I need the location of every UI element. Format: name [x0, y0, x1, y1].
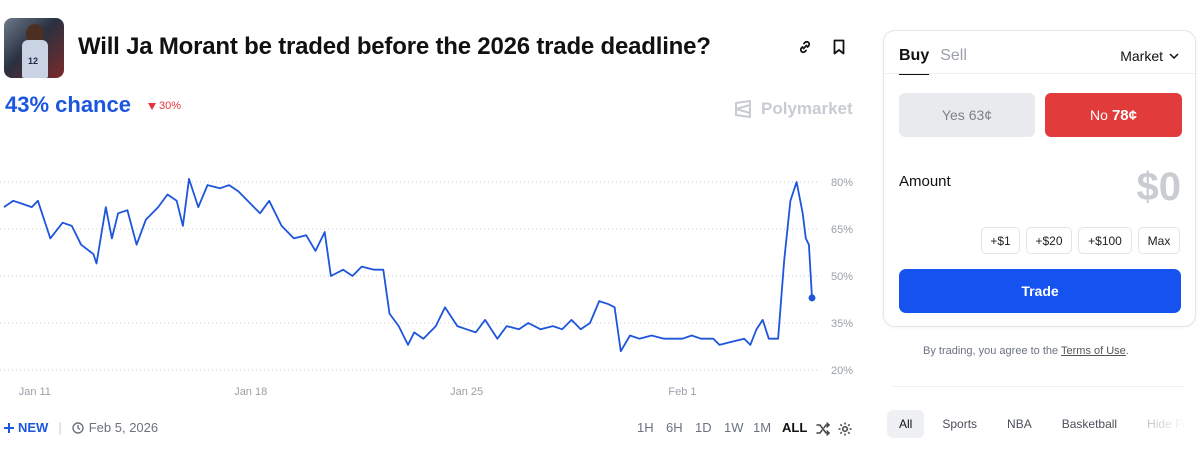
trade-button[interactable]: Trade [899, 269, 1181, 313]
range-1h[interactable]: 1H [637, 420, 666, 435]
gear-icon[interactable] [837, 421, 853, 442]
x-tick-label: Jan 25 [450, 386, 483, 398]
new-label: NEW [18, 420, 49, 435]
yes-outcome-button[interactable]: Yes 63¢ [899, 93, 1035, 137]
brand-name: Polymarket [761, 99, 853, 118]
chip-all[interactable]: All [887, 410, 925, 438]
link-icon[interactable] [796, 38, 814, 56]
down-triangle-icon [148, 102, 156, 110]
price-chart: 80% 65% 50% 35% 20% Jan 11 Jan 18 Jan 25 Feb 1 [0, 177, 853, 398]
amount-input[interactable]: $0 [1137, 165, 1182, 210]
market-date-text: Feb 5, 2026 [88, 420, 159, 435]
order-type-select[interactable]: Market [1120, 48, 1179, 64]
x-axis-ticks: Jan 11 Jan 18 Jan 25 Feb 1 [19, 386, 697, 398]
no-label: No [1090, 107, 1108, 123]
y-axis-ticks: 80% 65% 50% 35% 20% [831, 177, 853, 377]
chance-value: 43% chance [5, 92, 131, 117]
terms-period: . [1125, 345, 1129, 357]
quick-add-20[interactable]: +$20 [1026, 227, 1072, 254]
tab-buy[interactable]: Buy [899, 47, 930, 75]
market-date: Feb 5, 2026 [72, 420, 158, 435]
trade-side-tabs: Buy Sell [899, 47, 967, 75]
chart-footer: NEW | Feb 5, 2026 [4, 420, 158, 435]
range-6h[interactable]: 6H [666, 420, 695, 435]
chip-basketball[interactable]: Basketball [1050, 410, 1129, 438]
y-tick-label: 50% [831, 271, 853, 283]
bookmark-icon[interactable] [830, 38, 848, 56]
panel-divider [884, 73, 1195, 74]
x-tick-label: Jan 11 [19, 386, 51, 398]
shuffle-icon[interactable] [815, 421, 831, 442]
amount-label: Amount [899, 173, 951, 190]
title-actions [796, 38, 848, 56]
chip-sports[interactable]: Sports [930, 410, 989, 438]
polymarket-logo-icon [735, 100, 751, 118]
chevron-down-icon [1169, 53, 1179, 59]
chart-tools [815, 421, 853, 442]
terms-link[interactable]: Terms of Use [1061, 345, 1126, 357]
x-tick-label: Jan 18 [234, 386, 267, 398]
chips-fade-mask [1150, 405, 1200, 445]
y-tick-label: 80% [831, 177, 853, 189]
time-range-selector: 1H 6H 1D 1W 1M ALL [637, 420, 811, 435]
market-thumbnail: 12 [4, 18, 64, 78]
range-1m[interactable]: 1M [753, 420, 782, 435]
chance-change: 30% [148, 100, 181, 112]
no-outcome-button[interactable]: No 78¢ [1045, 93, 1182, 137]
yes-label: Yes [941, 107, 965, 123]
y-tick-label: 20% [831, 365, 853, 377]
no-price: 78¢ [1111, 106, 1137, 124]
chance-change-value: 30% [159, 100, 182, 112]
market-title: Will Ja Morant be traded before the 2026… [78, 33, 711, 60]
terms-text: By trading, you agree to the [923, 345, 1061, 357]
quick-add-1[interactable]: +$1 [981, 227, 1020, 254]
x-tick-label: Feb 1 [668, 386, 696, 398]
footer-separator: | [58, 420, 62, 435]
y-tick-label: 35% [831, 318, 853, 330]
new-badge: NEW [4, 420, 48, 435]
range-1w[interactable]: 1W [724, 420, 753, 435]
terms-notice: By trading, you agree to the Terms of Us… [923, 345, 1129, 357]
price-line [3, 178, 813, 353]
quick-max[interactable]: Max [1138, 227, 1180, 254]
quick-amounts: +$1 +$20 +$100 Max [981, 227, 1180, 254]
section-divider [893, 386, 1185, 387]
range-1d[interactable]: 1D [695, 420, 724, 435]
quick-add-100[interactable]: +$100 [1078, 227, 1132, 254]
tab-sell[interactable]: Sell [940, 47, 967, 75]
trade-panel: Buy Sell Market Yes 63¢ No 78¢ Amount $0… [883, 30, 1196, 327]
y-tick-label: 65% [831, 224, 853, 236]
sparkle-icon [4, 422, 14, 433]
brand-watermark: Polymarket [733, 99, 853, 119]
jersey-number: 12 [28, 56, 39, 66]
clock-icon [72, 421, 84, 434]
yes-price: 63¢ [968, 107, 993, 123]
range-all[interactable]: ALL [782, 420, 811, 435]
order-type-label: Market [1120, 48, 1163, 64]
current-price-dot [808, 294, 816, 302]
chip-nba[interactable]: NBA [995, 410, 1044, 438]
